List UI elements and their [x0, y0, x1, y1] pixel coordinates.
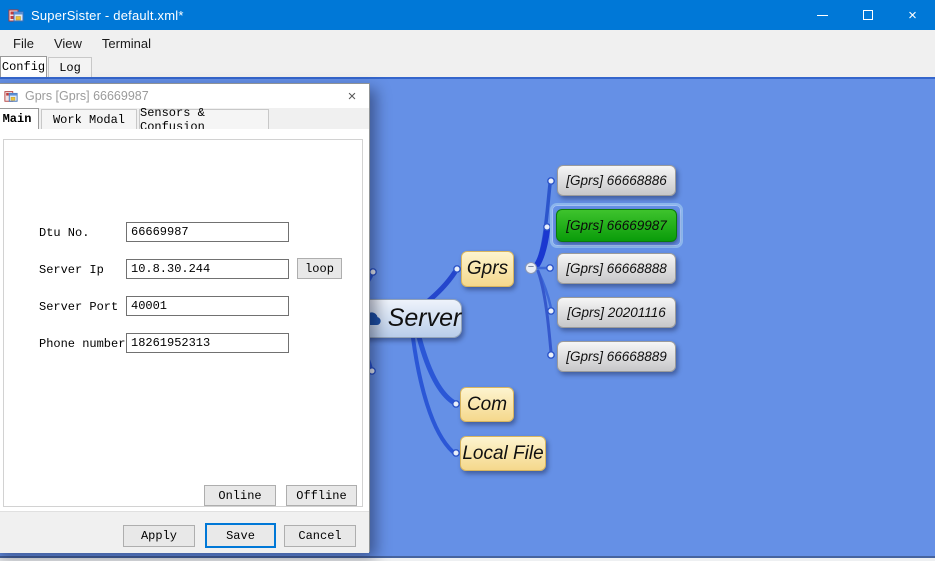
- phone-number-label: Phone number: [39, 337, 125, 351]
- dialog-title-bar: Gprs [Gprs] 66669987 ×: [0, 84, 369, 108]
- window-title: SuperSister - default.xml*: [31, 8, 184, 23]
- app-icon: [8, 7, 24, 23]
- server-ip-input[interactable]: [126, 259, 289, 279]
- application-window: SuperSister - default.xml* × File View T…: [0, 0, 935, 561]
- loop-button[interactable]: loop: [297, 258, 342, 279]
- menu-terminal[interactable]: Terminal: [92, 32, 161, 55]
- tab-config[interactable]: Config: [0, 56, 47, 77]
- dialog-tab-work-modal[interactable]: Work Modal: [41, 109, 137, 129]
- dtu-no-input[interactable]: [126, 222, 289, 242]
- node-com[interactable]: Com: [460, 387, 514, 422]
- node-gprs-66668889[interactable]: [Gprs] 66668889: [557, 341, 676, 372]
- minimize-button[interactable]: [800, 0, 845, 30]
- title-bar: SuperSister - default.xml* ×: [0, 0, 935, 30]
- menu-bar: File View Terminal: [0, 30, 935, 56]
- phone-number-input[interactable]: [126, 333, 289, 353]
- cancel-button[interactable]: Cancel: [284, 525, 356, 547]
- dialog-icon: [4, 89, 18, 103]
- dialog-close-icon: ×: [348, 88, 357, 105]
- gprs-config-dialog: Gprs [Gprs] 66669987 × Main Work Modal S…: [0, 83, 370, 552]
- menu-view[interactable]: View: [44, 32, 92, 55]
- offline-button[interactable]: Offline: [286, 485, 357, 506]
- tab-log[interactable]: Log: [48, 57, 92, 77]
- main-tab-strip: Config Log: [0, 56, 935, 77]
- save-button[interactable]: Save: [205, 523, 276, 548]
- server-ip-label: Server Ip: [39, 263, 104, 277]
- server-port-input[interactable]: [126, 296, 289, 316]
- online-button[interactable]: Online: [204, 485, 276, 506]
- apply-button[interactable]: Apply: [123, 525, 195, 547]
- dialog-tab-sensors-confusion[interactable]: Sensors & Confusion: [139, 109, 269, 129]
- node-gprs-66669987-selected[interactable]: [Gprs] 66669987: [556, 209, 677, 242]
- dialog-body: Dtu No. Server Ip loop Server Port Phone…: [0, 129, 369, 511]
- node-gprs-66668886[interactable]: [Gprs] 66668886: [557, 165, 676, 196]
- dtu-no-label: Dtu No.: [39, 226, 89, 240]
- server-port-label: Server Port: [39, 300, 118, 314]
- window-bottom-edge: [0, 556, 935, 561]
- node-server-label: Server: [388, 304, 462, 333]
- maximize-button[interactable]: [845, 0, 890, 30]
- node-local-file[interactable]: Local File: [460, 436, 546, 471]
- close-icon: ×: [908, 8, 917, 23]
- selected-node-frame: [Gprs] 66669987: [550, 203, 683, 248]
- dialog-footer: Apply Save Cancel: [0, 511, 369, 553]
- maximize-icon: [863, 10, 873, 20]
- node-gprs-20201116[interactable]: [Gprs] 20201116: [557, 297, 676, 328]
- node-gprs-66668888[interactable]: [Gprs] 66668888: [557, 253, 676, 284]
- window-controls: ×: [800, 0, 935, 30]
- dialog-close-button[interactable]: ×: [343, 87, 361, 105]
- close-button[interactable]: ×: [890, 0, 935, 30]
- dialog-title: Gprs [Gprs] 66669987: [25, 89, 149, 103]
- menu-file[interactable]: File: [3, 32, 44, 55]
- dialog-tab-main[interactable]: Main: [0, 108, 39, 129]
- node-server[interactable]: Server: [357, 299, 462, 338]
- collapse-toggle-icon[interactable]: −: [525, 262, 537, 274]
- node-gprs[interactable]: Gprs: [461, 251, 514, 287]
- dialog-tab-strip: Main Work Modal Sensors & Confusion: [0, 108, 369, 129]
- tabpage-border: [3, 139, 363, 507]
- minimize-icon: [817, 15, 828, 16]
